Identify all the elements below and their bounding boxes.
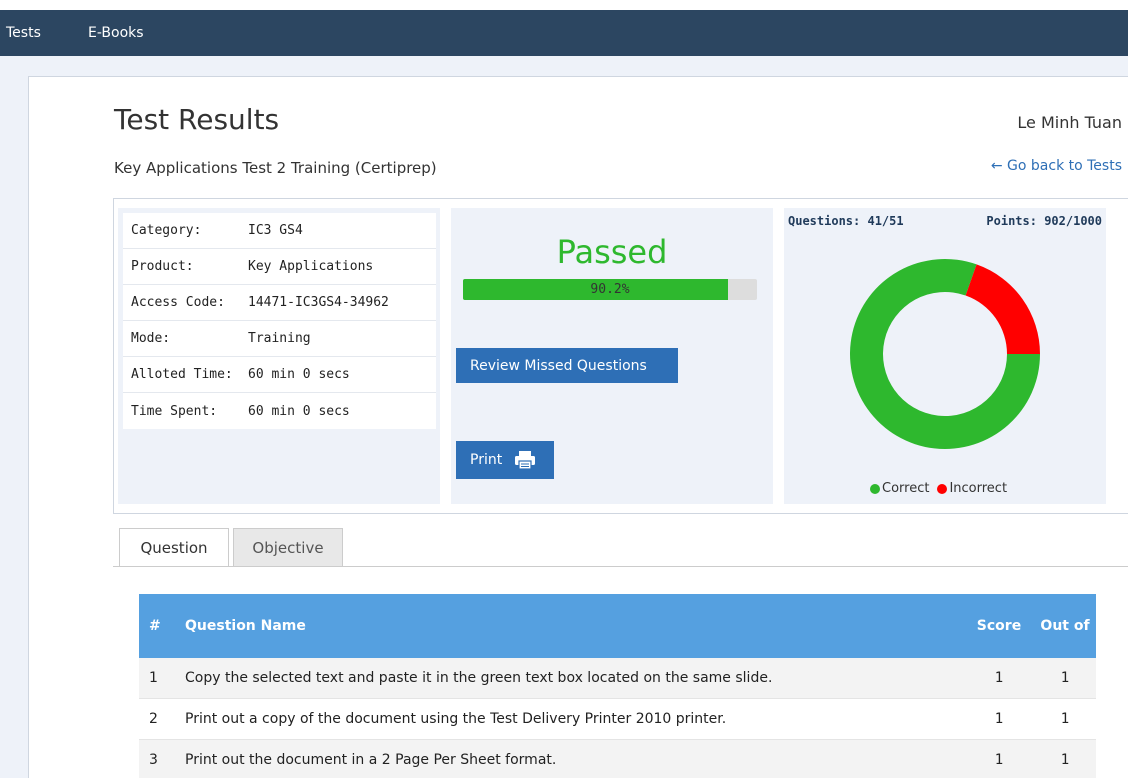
table-row[interactable]: 2 Print out a copy of the document using… [139, 699, 1096, 740]
tab-question[interactable]: Question [119, 528, 229, 567]
info-value: 60 min 0 secs [248, 367, 350, 382]
score-progress-label: 90.2% [590, 282, 630, 297]
donut-slice-incorrect [965, 264, 1040, 354]
back-to-tests-link[interactable]: ← Go back to Tests [991, 158, 1122, 174]
info-value: Key Applications [248, 259, 374, 274]
info-key: Product: [131, 259, 194, 274]
info-key: Access Code: [131, 295, 225, 310]
legend-correct: Correct [870, 481, 929, 496]
tabs-divider [113, 566, 1128, 567]
row-num: 3 [149, 752, 158, 768]
page-title: Test Results [114, 103, 280, 136]
legend-correct-label: Correct [882, 481, 930, 496]
results-donut-chart [850, 259, 1040, 449]
row-num: 2 [149, 711, 158, 727]
top-strip [0, 0, 1128, 10]
header-out-of: Out of [1040, 618, 1090, 634]
header-num: # [149, 618, 161, 634]
tab-objective[interactable]: Objective [233, 528, 343, 567]
questions-table: # Question Name Score Out of 1 Copy the … [139, 594, 1096, 778]
row-out-of: 1 [1060, 711, 1070, 727]
info-key: Mode: [131, 331, 171, 346]
row-question-name: Copy the selected text and paste it in t… [185, 670, 773, 686]
test-name: Key Applications Test 2 Training (Certip… [114, 159, 437, 177]
info-key: Category: [131, 223, 202, 238]
row-score: 1 [994, 711, 1004, 727]
info-value: 60 min 0 secs [248, 403, 350, 419]
row-num: 1 [149, 670, 158, 686]
info-key: Alloted Time: [131, 367, 233, 382]
print-button-label: Print [470, 452, 503, 468]
legend-dot-correct [870, 483, 880, 494]
info-row-product: Product: Key Applications [123, 249, 436, 285]
info-row-alloted-time: Alloted Time: 60 min 0 secs [123, 357, 436, 393]
info-row-access-code: Access Code: 14471-IC3GS4-34962 [123, 285, 436, 321]
print-button[interactable]: Print [456, 441, 554, 479]
table-header: # Question Name Score Out of [139, 594, 1096, 658]
row-question-name: Print out the document in a 2 Page Per S… [185, 752, 557, 768]
table-row[interactable]: 1 Copy the selected text and paste it in… [139, 658, 1096, 699]
result-status: Passed [556, 233, 668, 271]
printer-icon [515, 451, 536, 470]
info-value: Training [248, 331, 311, 346]
nav-ebooks-link[interactable]: E-Books [88, 10, 144, 56]
questions-count: Questions: 41/51 [788, 214, 904, 228]
review-missed-questions-button[interactable]: Review Missed Questions [456, 348, 678, 383]
review-button-label: Review Missed Questions [470, 357, 647, 374]
info-row-mode: Mode: Training [123, 321, 436, 357]
row-score: 1 [994, 670, 1004, 686]
top-navbar: Tests E-Books [0, 10, 1128, 56]
row-out-of: 1 [1060, 752, 1070, 768]
chart-legend: Correct Incorrect [870, 481, 1015, 496]
info-key: Time Spent: [131, 403, 218, 419]
legend-incorrect-label: Incorrect [949, 481, 1008, 496]
info-value: 14471-IC3GS4-34962 [248, 295, 389, 310]
points-count: Points: 902/1000 [986, 214, 1102, 228]
nav-tests-link[interactable]: Tests [6, 10, 41, 56]
table-row[interactable]: 3 Print out the document in a 2 Page Per… [139, 740, 1096, 778]
legend-incorrect: Incorrect [937, 481, 1007, 496]
row-score: 1 [994, 752, 1004, 768]
header-score: Score [976, 618, 1022, 634]
user-name: Le Minh Tuan [1017, 113, 1122, 132]
legend-dot-incorrect [937, 483, 948, 494]
info-value: IC3 GS4 [248, 223, 303, 238]
info-row-time-spent: Time Spent: 60 min 0 secs [123, 393, 436, 429]
score-progress-bar: 90.2% [463, 279, 757, 300]
info-row-category: Category: IC3 GS4 [123, 213, 436, 249]
row-question-name: Print out a copy of the document using t… [185, 711, 727, 727]
info-table: Category: IC3 GS4 Product: Key Applicati… [123, 213, 436, 429]
header-question-name: Question Name [185, 618, 306, 634]
row-out-of: 1 [1060, 670, 1070, 686]
